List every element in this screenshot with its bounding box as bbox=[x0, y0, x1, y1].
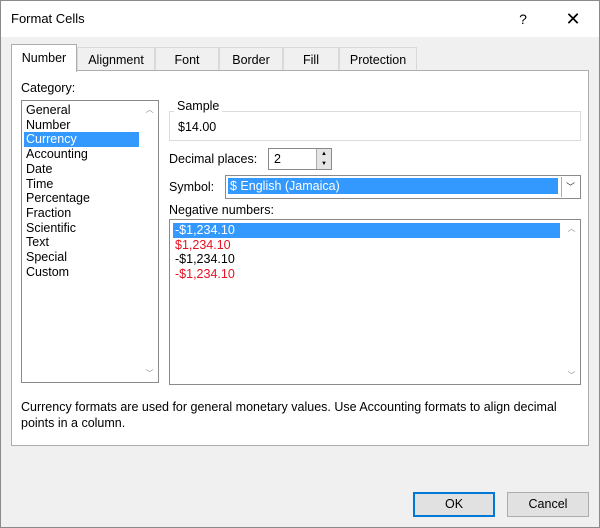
category-item-text[interactable]: Text bbox=[24, 235, 139, 250]
tab-font[interactable]: Font bbox=[155, 47, 219, 71]
window-title: Format Cells bbox=[11, 11, 85, 26]
category-item-number[interactable]: Number bbox=[24, 118, 139, 133]
negative-numbers-label: Negative numbers: bbox=[169, 203, 274, 217]
scroll-up-icon[interactable]: ︿ bbox=[141, 101, 158, 118]
decimal-places-spinner[interactable]: 2 ▲ ▼ bbox=[268, 148, 332, 170]
title-bar: Format Cells ? ✕ bbox=[1, 1, 599, 37]
tab-protection[interactable]: Protection bbox=[339, 47, 417, 71]
symbol-label: Symbol: bbox=[169, 180, 215, 194]
ok-button[interactable]: OK bbox=[413, 492, 495, 517]
category-item-fraction[interactable]: Fraction bbox=[24, 206, 139, 221]
scroll-up-icon[interactable]: ︿ bbox=[563, 220, 580, 237]
symbol-dropdown[interactable]: $ English (Jamaica) ﹀ bbox=[225, 175, 581, 199]
negative-numbers-listbox[interactable]: -$1,234.10 $1,234.10 -$1,234.10 -$1,234.… bbox=[169, 219, 581, 385]
category-listbox[interactable]: General Number Currency Accounting Date … bbox=[21, 100, 159, 383]
category-item-currency[interactable]: Currency bbox=[24, 132, 139, 148]
help-button[interactable]: ? bbox=[501, 3, 545, 35]
scroll-down-icon[interactable]: ﹀ bbox=[141, 365, 158, 382]
negative-format-item[interactable]: $1,234.10 bbox=[173, 238, 560, 253]
category-item-accounting[interactable]: Accounting bbox=[24, 147, 139, 162]
sample-box: $14.00 bbox=[169, 111, 581, 141]
tab-alignment[interactable]: Alignment bbox=[77, 47, 155, 71]
cancel-button[interactable]: Cancel bbox=[507, 492, 589, 517]
spin-up-icon[interactable]: ▲ bbox=[316, 149, 331, 159]
category-item-date[interactable]: Date bbox=[24, 162, 139, 177]
tab-number[interactable]: Number bbox=[11, 44, 77, 72]
close-button[interactable]: ✕ bbox=[551, 3, 595, 35]
sample-value: $14.00 bbox=[178, 120, 217, 134]
sample-label: Sample bbox=[174, 99, 223, 113]
category-label: Category: bbox=[21, 81, 76, 95]
category-item-time[interactable]: Time bbox=[24, 177, 139, 192]
negative-format-item[interactable]: -$1,234.10 bbox=[173, 267, 560, 282]
category-item-percentage[interactable]: Percentage bbox=[24, 191, 139, 206]
chevron-down-icon[interactable]: ﹀ bbox=[561, 177, 579, 197]
category-scrollbar[interactable]: ︿ ﹀ bbox=[141, 101, 158, 382]
category-item-scientific[interactable]: Scientific bbox=[24, 221, 139, 236]
negative-format-item[interactable]: -$1,234.10 bbox=[173, 252, 560, 267]
category-item-general[interactable]: General bbox=[24, 103, 139, 118]
tab-border[interactable]: Border bbox=[219, 47, 283, 71]
negative-numbers-scrollbar[interactable]: ︿ ﹀ bbox=[563, 220, 580, 384]
symbol-selected-value[interactable]: $ English (Jamaica) bbox=[228, 178, 558, 194]
scroll-down-icon[interactable]: ﹀ bbox=[563, 367, 580, 384]
tab-fill[interactable]: Fill bbox=[283, 47, 339, 71]
decimal-places-value[interactable]: 2 bbox=[274, 152, 281, 166]
category-item-custom[interactable]: Custom bbox=[24, 265, 139, 280]
format-cells-dialog: Format Cells ? ✕ Number Alignment Font B… bbox=[0, 0, 600, 528]
decimal-places-label: Decimal places: bbox=[169, 152, 258, 166]
spin-down-icon[interactable]: ▼ bbox=[316, 159, 331, 169]
number-tab-panel: Category: General Number Currency Accoun… bbox=[11, 70, 589, 446]
negative-format-item[interactable]: -$1,234.10 bbox=[173, 223, 560, 238]
category-item-special[interactable]: Special bbox=[24, 250, 139, 265]
format-description: Currency formats are used for general mo… bbox=[21, 400, 557, 430]
